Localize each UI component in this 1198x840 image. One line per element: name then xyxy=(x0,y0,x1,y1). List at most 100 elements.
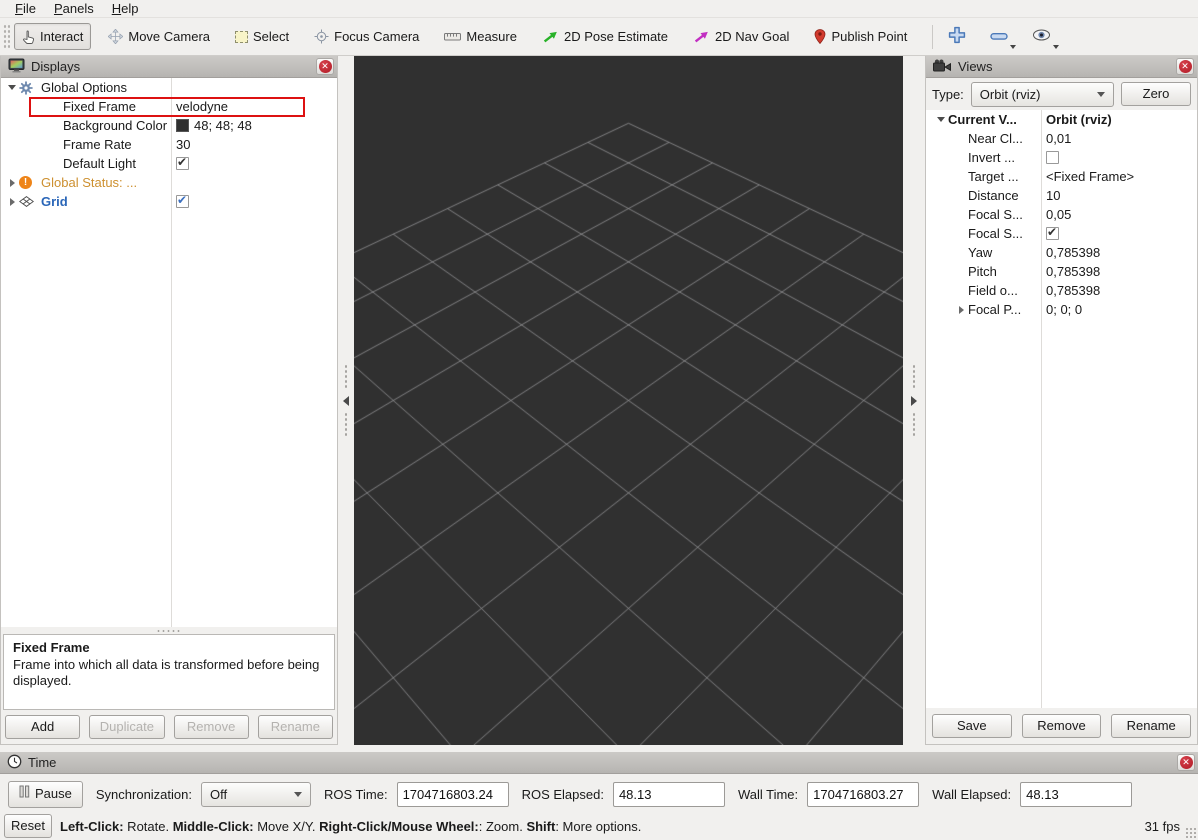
pause-icon xyxy=(19,785,30,798)
panel-splitter-handle[interactable] xyxy=(1,627,337,634)
property-value[interactable]: 0,05 xyxy=(1041,205,1197,224)
expand-arrow-icon[interactable] xyxy=(954,306,968,314)
pose-estimate-icon xyxy=(542,29,559,44)
save-button[interactable]: Save xyxy=(932,714,1012,738)
property-value[interactable]: 0; 0; 0 xyxy=(1041,300,1197,319)
tree-row-yaw[interactable]: Yaw 0,785398 xyxy=(926,243,1197,262)
property-label: Target ... xyxy=(968,169,1019,184)
tool-2d-pose-estimate[interactable]: 2D Pose Estimate xyxy=(534,23,676,50)
tree-row-field-o[interactable]: Field o...0,785398 xyxy=(926,281,1197,300)
property-value[interactable]: <Fixed Frame> xyxy=(1041,167,1197,186)
property-value[interactable] xyxy=(171,173,337,192)
chevron-down-icon[interactable] xyxy=(1053,45,1059,49)
views-panel-title: Views xyxy=(958,59,1176,74)
displays-tree[interactable]: Global OptionsFixed FramevelodyneBackgro… xyxy=(1,78,337,627)
tree-row-near-cl[interactable]: Near Cl...0,01 xyxy=(926,129,1197,148)
checkbox[interactable] xyxy=(1046,227,1059,240)
chevron-down-icon xyxy=(1097,92,1105,97)
views-close-button[interactable]: ✕ xyxy=(1176,58,1194,75)
time-field-wall-time[interactable] xyxy=(807,782,919,807)
minus-tool-button[interactable] xyxy=(983,25,1015,48)
plus-tool-button[interactable] xyxy=(941,22,973,51)
pause-button[interactable]: Pause xyxy=(8,781,83,808)
menu-help[interactable]: Help xyxy=(103,0,148,17)
3d-viewport[interactable] xyxy=(354,56,903,745)
views-tree[interactable]: Current V...Orbit (rviz)Near Cl...0,01In… xyxy=(926,110,1197,708)
property-value[interactable]: 10 xyxy=(1041,186,1197,205)
property-value[interactable] xyxy=(171,78,337,97)
collapse-right-icon[interactable] xyxy=(911,396,917,406)
menu-panels[interactable]: Panels xyxy=(45,0,103,17)
right-splitter[interactable] xyxy=(903,56,925,745)
checkbox[interactable] xyxy=(1046,151,1059,164)
clock-icon xyxy=(7,754,22,769)
time-field-wall-elapsed[interactable] xyxy=(1020,782,1132,807)
tool-measure[interactable]: Measure xyxy=(436,23,525,50)
tree-row-invert[interactable]: Invert ... xyxy=(926,148,1197,167)
property-label: Yaw xyxy=(968,245,992,260)
zero-button[interactable]: Zero xyxy=(1121,82,1191,106)
camera-icon xyxy=(933,59,952,75)
property-value[interactable]: Orbit (rviz) xyxy=(1041,110,1197,129)
tree-row-focal-s[interactable]: Focal S... xyxy=(926,224,1197,243)
tree-row-focal-s[interactable]: Focal S...0,05 xyxy=(926,205,1197,224)
time-field-ros-time[interactable] xyxy=(397,782,509,807)
property-value[interactable]: 0,785398 xyxy=(1041,243,1197,262)
remove-button[interactable]: Remove xyxy=(1022,714,1102,738)
tool-2d-nav-goal[interactable]: 2D Nav Goal xyxy=(685,23,797,50)
tree-row-background-color[interactable]: Background Color48; 48; 48 xyxy=(1,116,337,135)
tree-row-target[interactable]: Target ... <Fixed Frame> xyxy=(926,167,1197,186)
checkbox[interactable] xyxy=(176,157,189,170)
tree-row-grid[interactable]: Grid xyxy=(1,192,337,211)
left-splitter[interactable] xyxy=(338,56,354,745)
property-value[interactable]: 0,785398 xyxy=(1041,281,1197,300)
tool-move-camera[interactable]: Move Camera xyxy=(100,23,218,50)
sync-select[interactable]: Off xyxy=(201,782,311,807)
property-value[interactable]: velodyne xyxy=(171,97,337,116)
menu-file[interactable]: File xyxy=(6,0,45,17)
tree-row-distance[interactable]: Distance 10 xyxy=(926,186,1197,205)
tool-select[interactable]: Select xyxy=(227,23,297,50)
menu-bar: FilePanelsHelp xyxy=(0,0,1198,18)
collapse-arrow-icon[interactable] xyxy=(934,117,948,122)
toolbar-drag-handle[interactable] xyxy=(3,24,10,50)
property-label: Distance xyxy=(968,188,1019,203)
property-value[interactable] xyxy=(1041,224,1197,243)
tool-focus-camera[interactable]: Focus Camera xyxy=(306,23,427,50)
tree-row-global-status[interactable]: !Global Status: ... xyxy=(1,173,337,192)
tree-row-pitch[interactable]: Pitch0,785398 xyxy=(926,262,1197,281)
chevron-down-icon[interactable] xyxy=(1010,45,1016,49)
checkbox[interactable] xyxy=(176,195,189,208)
reset-button[interactable]: Reset xyxy=(4,814,52,838)
property-value[interactable]: 30 xyxy=(171,135,337,154)
view-type-select[interactable]: Orbit (rviz) xyxy=(971,82,1114,107)
tool-interact[interactable]: Interact xyxy=(14,23,91,50)
property-value[interactable] xyxy=(171,154,337,173)
time-close-button[interactable]: ✕ xyxy=(1177,754,1195,771)
property-value[interactable] xyxy=(1041,148,1197,167)
eye-tool-button[interactable] xyxy=(1025,25,1058,48)
collapse-left-icon[interactable] xyxy=(343,396,349,406)
expand-arrow-icon[interactable] xyxy=(5,198,19,206)
resize-grip[interactable] xyxy=(1185,827,1197,839)
property-value[interactable]: 0,785398 xyxy=(1041,262,1197,281)
displays-close-button[interactable]: ✕ xyxy=(316,58,334,75)
value-text: velodyne xyxy=(176,99,228,114)
add-button[interactable]: Add xyxy=(5,715,80,739)
rename-button[interactable]: Rename xyxy=(1111,714,1191,738)
collapse-arrow-icon[interactable] xyxy=(5,85,19,90)
tool-publish-point[interactable]: Publish Point xyxy=(806,23,915,50)
focus-camera-icon xyxy=(314,29,329,44)
tree-row-focal-p[interactable]: Focal P...0; 0; 0 xyxy=(926,300,1197,319)
time-field-ros-elapsed[interactable] xyxy=(613,782,725,807)
property-value[interactable]: 0,01 xyxy=(1041,129,1197,148)
expand-arrow-icon[interactable] xyxy=(5,179,19,187)
tree-row-frame-rate[interactable]: Frame Rate30 xyxy=(1,135,337,154)
tree-row-global-options[interactable]: Global Options xyxy=(1,78,337,97)
tree-row-default-light[interactable]: Default Light xyxy=(1,154,337,173)
hand-icon xyxy=(22,30,35,44)
property-value[interactable] xyxy=(171,192,337,211)
tree-row-current-v[interactable]: Current V...Orbit (rviz) xyxy=(926,110,1197,129)
property-value[interactable]: 48; 48; 48 xyxy=(171,116,337,135)
tree-row-fixed-frame[interactable]: Fixed Framevelodyne xyxy=(1,97,337,116)
